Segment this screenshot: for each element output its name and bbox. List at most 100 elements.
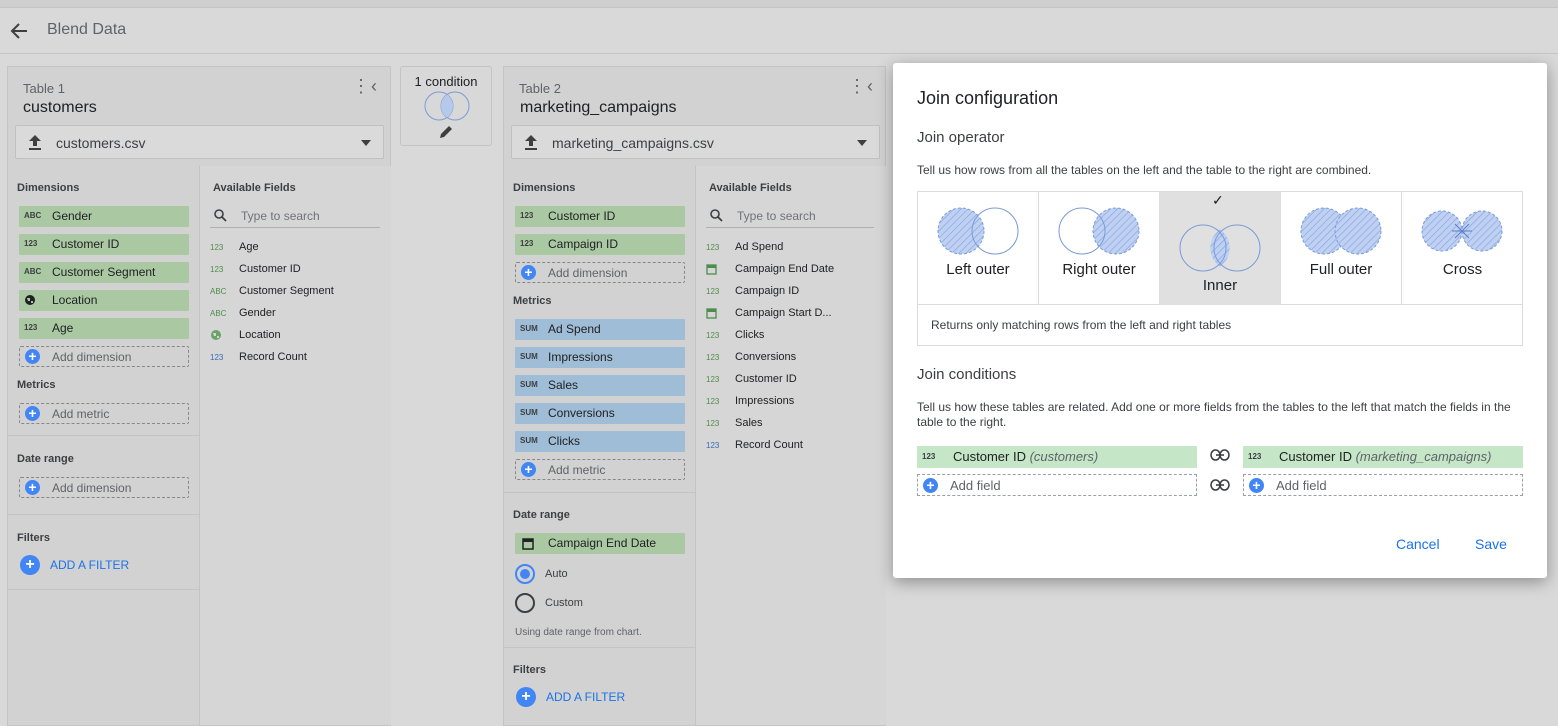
dimension-chip[interactable]: Location xyxy=(19,290,189,311)
text-type-icon: ABC xyxy=(24,267,42,276)
available-field[interactable]: 123 Record Count xyxy=(210,351,307,363)
filters-header: Filters xyxy=(17,532,51,544)
available-field-label: Record Count xyxy=(239,351,307,363)
dimension-chip[interactable]: 123 Campaign ID xyxy=(515,234,685,255)
dialog-title: Join configuration xyxy=(917,88,1059,108)
number-icon: 123 xyxy=(1248,452,1262,461)
divider xyxy=(8,514,199,515)
add-right-field-button[interactable]: + Add field xyxy=(1243,474,1523,496)
dimension-chip[interactable]: ABC Customer Segment xyxy=(19,262,189,283)
date-range-field[interactable]: Campaign End Date xyxy=(515,533,685,554)
left-join-field[interactable]: 123 Customer ID (customers) xyxy=(917,446,1197,468)
available-field-label: Location xyxy=(239,329,281,341)
number-icon: 123 xyxy=(210,353,224,362)
search-icon xyxy=(710,209,723,222)
add-metric-button[interactable]: + Add metric xyxy=(19,403,189,424)
available-field[interactable]: 123 Clicks xyxy=(706,329,764,341)
available-field[interactable]: Campaign End Date xyxy=(706,263,834,278)
more-vert-icon[interactable]: ⋮ xyxy=(848,77,866,95)
available-field-label: Sales xyxy=(735,417,763,429)
field-search-input[interactable]: Type to search xyxy=(706,206,874,228)
available-field-label: Customer ID xyxy=(239,263,301,275)
available-field[interactable]: 123 Sales xyxy=(706,417,763,429)
available-field-label: Age xyxy=(239,241,259,253)
add-dimension-button[interactable]: + Add dimension xyxy=(19,346,189,367)
available-field-label: Impressions xyxy=(735,395,795,407)
number-icon: 123 xyxy=(210,243,224,252)
available-fields-header: Available Fields xyxy=(709,182,792,194)
dimension-label: Customer Segment xyxy=(52,265,156,279)
number-icon: 123 xyxy=(706,375,720,384)
dimension-chip[interactable]: ABC Gender xyxy=(19,206,189,227)
inner-join-icon xyxy=(424,91,470,121)
back-arrow-icon[interactable] xyxy=(10,22,28,40)
calendar-icon xyxy=(706,263,728,277)
add-left-field-button[interactable]: + Add field xyxy=(917,474,1197,496)
metric-chip[interactable]: SUM Ad Spend xyxy=(515,319,685,340)
custom-radio[interactable] xyxy=(515,593,535,613)
field-search-input[interactable]: Type to search xyxy=(210,206,380,228)
add-dimension-button[interactable]: + Add dimension xyxy=(515,262,685,283)
sum-icon: SUM xyxy=(520,380,538,389)
join-option-inner[interactable]: ✓ Inner xyxy=(1160,192,1281,305)
cancel-button[interactable]: Cancel xyxy=(1396,536,1440,552)
dropdown-arrow-icon xyxy=(857,140,867,146)
dimension-label: Customer ID xyxy=(548,209,616,223)
join-option-right-outer[interactable]: Right outer xyxy=(1039,192,1160,305)
dropdown-arrow-icon xyxy=(361,140,371,146)
number-icon: 123 xyxy=(24,239,38,248)
available-field[interactable]: 123 Customer ID xyxy=(210,263,301,275)
available-field[interactable]: ABC Customer Segment xyxy=(210,285,334,297)
available-field[interactable]: 123 Record Count xyxy=(706,439,803,451)
metric-chip[interactable]: SUM Impressions xyxy=(515,347,685,368)
join-option-full-outer[interactable]: Full outer xyxy=(1281,192,1402,305)
divider xyxy=(504,492,695,493)
auto-radio[interactable] xyxy=(515,564,535,584)
join-condition-button[interactable]: 1 condition xyxy=(400,66,492,146)
available-field[interactable]: 123 Customer ID xyxy=(706,373,797,385)
globe-icon xyxy=(24,294,36,308)
dimension-chip[interactable]: 123 Customer ID xyxy=(515,206,685,227)
metric-label: Sales xyxy=(548,378,579,392)
collapse-left-icon[interactable]: ‹ xyxy=(867,77,873,95)
add-icon: + xyxy=(1249,478,1264,493)
metric-chip[interactable]: SUM Sales xyxy=(515,375,685,396)
table2-name[interactable]: marketing_campaigns xyxy=(520,99,677,117)
divider xyxy=(8,435,199,436)
number-icon: 123 xyxy=(210,265,224,274)
available-field[interactable]: ABC Gender xyxy=(210,307,276,319)
dimension-chip[interactable]: 123 Customer ID xyxy=(19,234,189,255)
available-field-label: Gender xyxy=(239,307,276,319)
sum-icon: SUM xyxy=(520,408,538,417)
join-option-cross[interactable]: Cross xyxy=(1402,192,1523,305)
available-field[interactable]: 123 Campaign ID xyxy=(706,285,799,297)
save-button[interactable]: Save xyxy=(1475,536,1507,552)
add-date-dimension-button[interactable]: + Add dimension xyxy=(19,477,189,498)
table1-source-select[interactable]: customers.csv xyxy=(15,125,384,159)
join-operator-description: Tell us how rows from all the tables on … xyxy=(917,163,1372,177)
calendar-icon xyxy=(706,308,717,319)
table2-source-select[interactable]: marketing_campaigns.csv xyxy=(511,125,880,159)
link-icon xyxy=(1210,479,1230,491)
available-field[interactable]: Campaign Start D... xyxy=(706,307,832,322)
dimension-label: Location xyxy=(52,293,98,307)
option-label: Right outer xyxy=(1062,261,1136,278)
dimension-chip[interactable]: 123 Age xyxy=(19,318,189,339)
available-field[interactable]: 123 Conversions xyxy=(706,351,796,363)
available-field[interactable]: 123 Ad Spend xyxy=(706,241,783,253)
available-field[interactable]: Location xyxy=(210,329,281,344)
join-option-left-outer[interactable]: Left outer xyxy=(918,192,1039,305)
available-field[interactable]: 123 Impressions xyxy=(706,395,794,407)
available-field[interactable]: 123 Age xyxy=(210,241,259,253)
more-vert-icon[interactable]: ⋮ xyxy=(352,77,370,95)
add-metric-button[interactable]: + Add metric xyxy=(515,459,685,480)
metric-chip[interactable]: SUM Conversions xyxy=(515,403,685,424)
number-icon: 123 xyxy=(520,211,534,220)
collapse-left-icon[interactable]: ‹ xyxy=(371,77,377,95)
right-join-field[interactable]: 123 Customer ID (marketing_campaigns) xyxy=(1243,446,1523,468)
join-conditions-description: Tell us how these tables are related. Ad… xyxy=(917,400,1511,429)
metric-chip[interactable]: SUM Clicks xyxy=(515,431,685,452)
table2-label: Table 2 xyxy=(519,81,561,96)
date-range-note: Using date range from chart. xyxy=(515,627,642,638)
table1-name[interactable]: customers xyxy=(23,99,97,117)
